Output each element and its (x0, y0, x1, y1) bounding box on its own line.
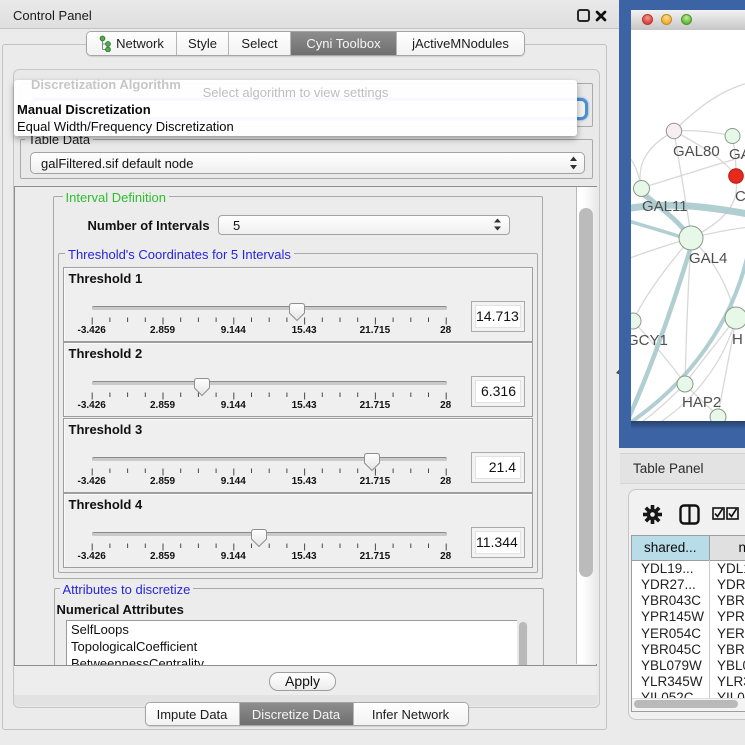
svg-text:HAP2: HAP2 (682, 394, 721, 411)
svg-text:H: H (732, 331, 743, 348)
svg-text:C: C (735, 188, 745, 205)
svg-text:GAL11: GAL11 (642, 198, 688, 215)
svg-text:GAL80: GAL80 (673, 143, 720, 160)
svg-text:GAL4: GAL4 (689, 250, 727, 267)
svg-text:GA: GA (729, 146, 745, 163)
svg-text:GCY1: GCY1 (631, 332, 668, 349)
